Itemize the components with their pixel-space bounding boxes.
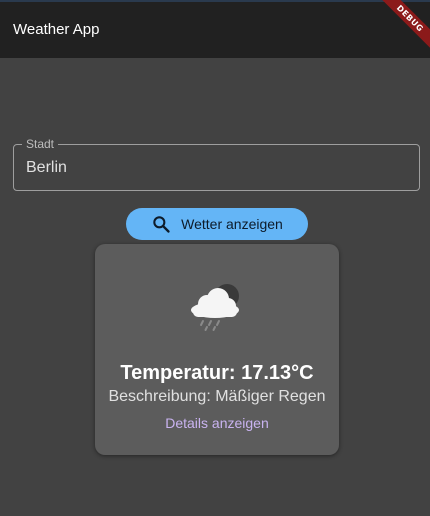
description-text: Beschreibung: Mäßiger Regen [108,388,326,405]
app-title: Weather App [13,21,100,38]
city-field[interactable]: Stadt [13,136,420,191]
app-bar: Weather App [0,0,430,58]
rain-cloud-icon [191,284,239,331]
city-input[interactable] [26,159,396,177]
weather-card: Temperatur: 17.13°C Beschreibung: Mäßige… [95,244,339,455]
city-field-label: Stadt [22,136,59,152]
details-link[interactable]: Details anzeigen [95,415,339,431]
show-weather-button-label: Wetter anzeigen [181,216,283,232]
temperature-text: Temperatur: 17.13°C [120,362,314,384]
show-weather-button[interactable]: Wetter anzeigen [126,208,308,240]
search-icon [153,216,170,233]
